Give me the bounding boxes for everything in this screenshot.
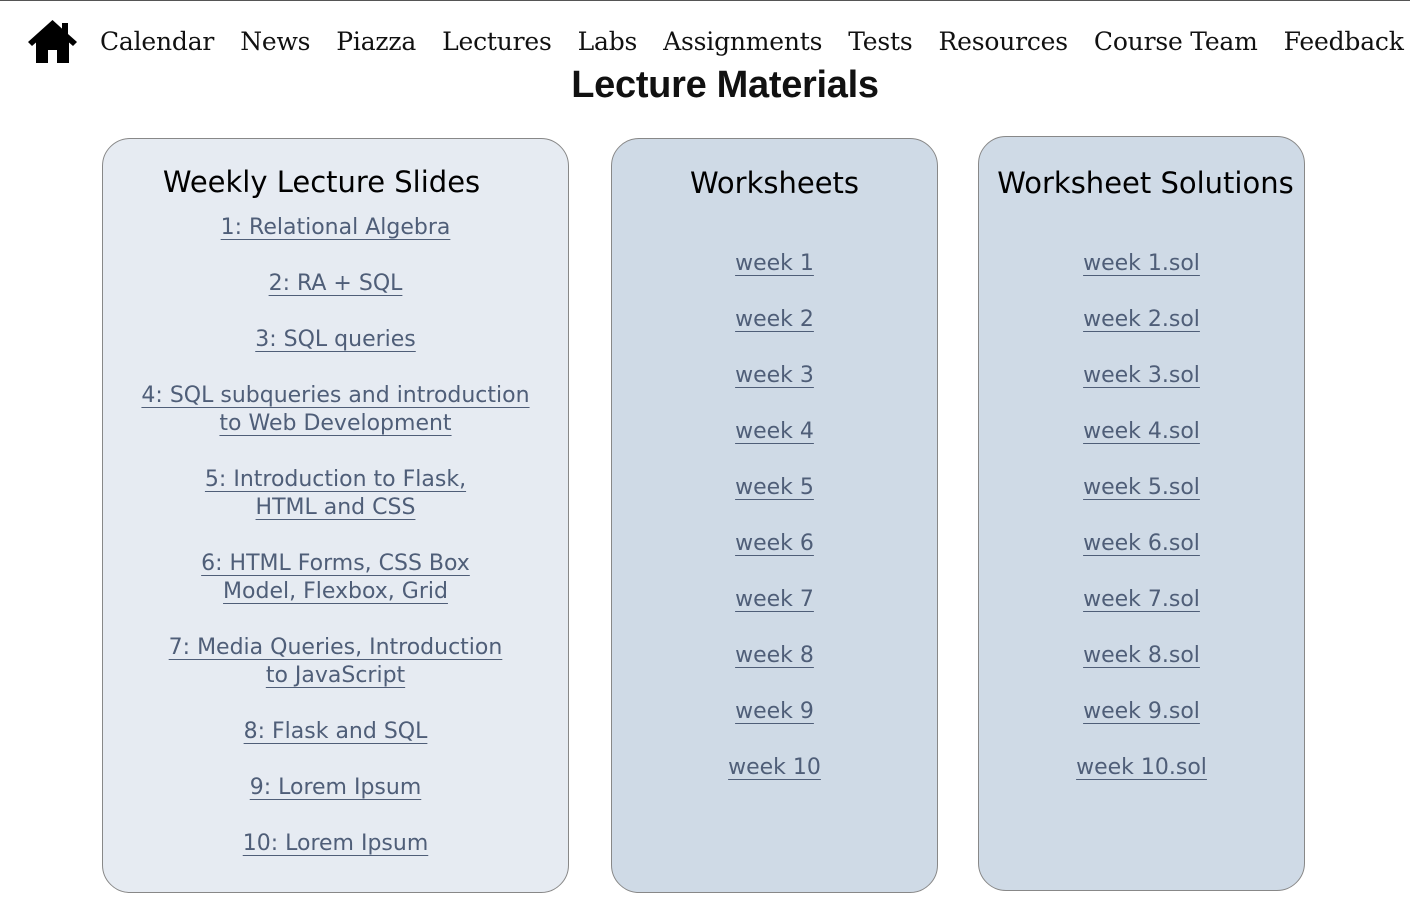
- list-item: week 1.sol: [979, 250, 1304, 306]
- list-item: week 2: [612, 306, 937, 362]
- lecture-slide-link[interactable]: 5: Introduction to Flask, HTML and CSS: [201, 466, 471, 522]
- nav-resources-link[interactable]: Resources: [939, 27, 1069, 56]
- lecture-slide-link[interactable]: 7: Media Queries, Introduction to JavaSc…: [166, 634, 506, 690]
- list-item: 9: Lorem Ipsum: [103, 774, 568, 802]
- solution-link[interactable]: week 5.sol: [1083, 475, 1200, 500]
- list-item: week 1: [612, 250, 937, 306]
- nav-tests-link[interactable]: Tests: [848, 27, 912, 56]
- worksheet-solutions-panel: Worksheet Solutions week 1.sol week 2.so…: [978, 136, 1305, 891]
- worksheet-solutions-heading: Worksheet Solutions: [997, 166, 1294, 200]
- worksheet-link[interactable]: week 8: [735, 643, 814, 668]
- main-navigation: Calendar News Piazza Lectures Labs Assig…: [27, 16, 1404, 66]
- solution-link[interactable]: week 1.sol: [1083, 251, 1200, 276]
- list-item: 4: SQL subqueries and introduction to We…: [103, 382, 568, 438]
- solution-link[interactable]: week 9.sol: [1083, 699, 1200, 724]
- list-item: week 8.sol: [979, 642, 1304, 698]
- list-item: week 3: [612, 362, 937, 418]
- top-border: [0, 0, 1410, 1]
- list-item: 7: Media Queries, Introduction to JavaSc…: [103, 634, 568, 690]
- nav-lectures-link[interactable]: Lectures: [442, 27, 552, 56]
- list-item: week 5.sol: [979, 474, 1304, 530]
- list-item: week 8: [612, 642, 937, 698]
- list-item: week 4: [612, 418, 937, 474]
- lecture-slide-link[interactable]: 9: Lorem Ipsum: [250, 774, 422, 802]
- list-item: week 7: [612, 586, 937, 642]
- solution-link[interactable]: week 3.sol: [1083, 363, 1200, 388]
- nav-labs-link[interactable]: Labs: [578, 27, 638, 56]
- solution-link[interactable]: week 4.sol: [1083, 419, 1200, 444]
- lecture-slide-link[interactable]: 4: SQL subqueries and introduction to We…: [140, 382, 532, 438]
- worksheet-link[interactable]: week 1: [735, 251, 814, 276]
- worksheet-link[interactable]: week 9: [735, 699, 814, 724]
- lecture-slide-link[interactable]: 1: Relational Algebra: [221, 214, 451, 242]
- nav-course-team-link[interactable]: Course Team: [1094, 27, 1258, 56]
- home-link[interactable]: [27, 17, 78, 65]
- list-item: 10: Lorem Ipsum: [103, 830, 568, 858]
- list-item: 6: HTML Forms, CSS Box Model, Flexbox, G…: [103, 550, 568, 606]
- worksheet-link[interactable]: week 4: [735, 419, 814, 444]
- worksheet-link[interactable]: week 2: [735, 307, 814, 332]
- list-item: week 4.sol: [979, 418, 1304, 474]
- worksheet-link[interactable]: week 10: [728, 755, 821, 780]
- home-icon: [28, 20, 77, 63]
- worksheet-link[interactable]: week 3: [735, 363, 814, 388]
- worksheets-list: week 1 week 2 week 3 week 4 week 5 week …: [612, 250, 937, 810]
- nav-calendar-link[interactable]: Calendar: [100, 27, 214, 56]
- lecture-slide-link[interactable]: 10: Lorem Ipsum: [243, 830, 429, 858]
- worksheet-link[interactable]: week 7: [735, 587, 814, 612]
- list-item: week 3.sol: [979, 362, 1304, 418]
- list-item: week 10.sol: [979, 754, 1304, 810]
- solution-link[interactable]: week 6.sol: [1083, 531, 1200, 556]
- lecture-slide-link[interactable]: 2: RA + SQL: [269, 270, 403, 298]
- list-item: week 6: [612, 530, 937, 586]
- list-item: 1: Relational Algebra: [103, 214, 568, 242]
- solution-link[interactable]: week 10.sol: [1076, 755, 1207, 780]
- list-item: week 9: [612, 698, 937, 754]
- list-item: 3: SQL queries: [103, 326, 568, 354]
- solution-link[interactable]: week 7.sol: [1083, 587, 1200, 612]
- lecture-slide-link[interactable]: 3: SQL queries: [255, 326, 416, 354]
- nav-feedback-link[interactable]: Feedback: [1284, 27, 1404, 56]
- worksheet-link[interactable]: week 5: [735, 475, 814, 500]
- worksheet-link[interactable]: week 6: [735, 531, 814, 556]
- nav-piazza-link[interactable]: Piazza: [336, 27, 416, 56]
- nav-news-link[interactable]: News: [240, 27, 310, 56]
- list-item: week 2.sol: [979, 306, 1304, 362]
- lecture-slides-heading: Weekly Lecture Slides: [162, 165, 481, 199]
- worksheet-solutions-list: week 1.sol week 2.sol week 3.sol week 4.…: [979, 250, 1304, 810]
- worksheets-panel: Worksheets week 1 week 2 week 3 week 4 w…: [611, 138, 938, 893]
- lecture-slides-list: 1: Relational Algebra 2: RA + SQL 3: SQL…: [103, 214, 568, 886]
- list-item: week 6.sol: [979, 530, 1304, 586]
- page-title: Lecture Materials: [571, 64, 879, 106]
- list-item: week 7.sol: [979, 586, 1304, 642]
- solution-link[interactable]: week 2.sol: [1083, 307, 1200, 332]
- list-item: week 5: [612, 474, 937, 530]
- list-item: 5: Introduction to Flask, HTML and CSS: [103, 466, 568, 522]
- solution-link[interactable]: week 8.sol: [1083, 643, 1200, 668]
- lecture-slide-link[interactable]: 8: Flask and SQL: [244, 718, 428, 746]
- list-item: 2: RA + SQL: [103, 270, 568, 298]
- list-item: 8: Flask and SQL: [103, 718, 568, 746]
- lecture-slides-panel: Weekly Lecture Slides 1: Relational Alge…: [102, 138, 569, 893]
- worksheets-heading: Worksheets: [689, 166, 860, 200]
- list-item: week 9.sol: [979, 698, 1304, 754]
- nav-assignments-link[interactable]: Assignments: [663, 27, 822, 56]
- lecture-slide-link[interactable]: 6: HTML Forms, CSS Box Model, Flexbox, G…: [193, 550, 478, 606]
- list-item: week 10: [612, 754, 937, 810]
- nav-links: Calendar News Piazza Lectures Labs Assig…: [100, 27, 1404, 56]
